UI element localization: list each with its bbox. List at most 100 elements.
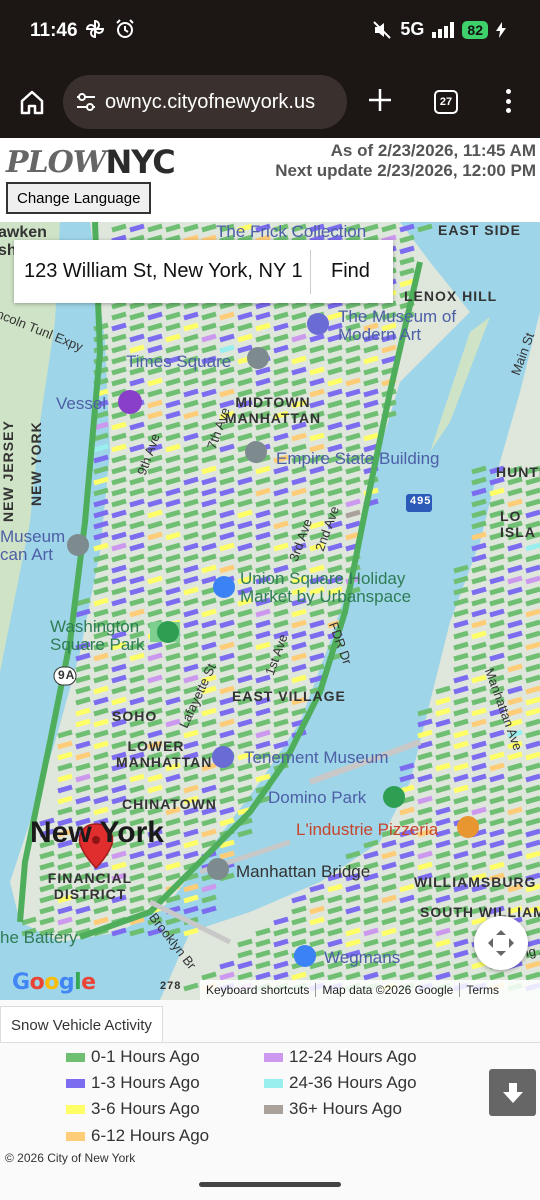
charging-bolt-icon bbox=[496, 21, 506, 38]
street-segment bbox=[201, 894, 217, 904]
map-label-union-square[interactable]: Union Square Holiday Market by Urbanspac… bbox=[240, 570, 430, 606]
status-notification-icons bbox=[84, 18, 136, 40]
site-settings-icon[interactable] bbox=[73, 89, 99, 115]
map-label-washington-square[interactable]: Washington Square Park bbox=[50, 618, 160, 654]
legend-swatch bbox=[66, 1052, 85, 1062]
map-label-hunters: HUNTERS bbox=[496, 464, 540, 480]
legend-label: 36+ Hours Ago bbox=[289, 1099, 402, 1118]
map-label-museum-art[interactable]: Museum can Art bbox=[0, 528, 70, 564]
address-search-input[interactable] bbox=[14, 240, 310, 303]
map-pan-control-button[interactable] bbox=[474, 916, 528, 970]
home-icon[interactable] bbox=[18, 88, 46, 116]
map-label-lenox-hill: LENOX HILL bbox=[404, 288, 498, 304]
browser-toolbar: ownyc.cityofnewyork.us 27 bbox=[0, 66, 540, 138]
tab-switcher-button[interactable]: 27 bbox=[434, 90, 458, 114]
next-update-text: Next update 2/23/2026, 12:00 PM bbox=[275, 161, 536, 180]
map-label-empire[interactable]: Empire State Building bbox=[276, 449, 439, 469]
domino-poi-icon bbox=[383, 786, 405, 808]
street-segment bbox=[129, 927, 145, 937]
logo-nyc-text: NYC bbox=[105, 143, 175, 181]
pinwheel-icon bbox=[85, 19, 105, 39]
as-of-text: As of 2/23/2026, 11:45 AM bbox=[330, 141, 536, 160]
update-info: As of 2/23/2026, 11:45 AM Next update 2/… bbox=[275, 141, 536, 181]
map-label-midtown: MIDTOWN MANHATTAN bbox=[224, 394, 322, 426]
map-label-east-side: EAST SIDE bbox=[438, 222, 521, 238]
street-segment bbox=[93, 432, 109, 442]
map-label-moma[interactable]: The Museum of Modern Art bbox=[338, 308, 458, 344]
museum-poi-icon bbox=[307, 313, 329, 335]
map-label-wegmans[interactable]: Wegmans bbox=[324, 948, 400, 968]
terms-link[interactable]: Terms bbox=[460, 983, 505, 997]
street-segment bbox=[471, 487, 487, 497]
status-bar: 11:46 5G 82 bbox=[0, 0, 540, 66]
alarm-clock-icon bbox=[116, 19, 134, 38]
signal-strength-icon bbox=[432, 21, 455, 38]
legend-label: 3-6 Hours Ago bbox=[91, 1099, 200, 1118]
map-label-east-village: EAST VILLAGE bbox=[232, 688, 346, 704]
street-segment bbox=[93, 465, 109, 475]
street-segment bbox=[471, 509, 487, 519]
map[interactable]: The Frick Collection EAST SIDE awken shi… bbox=[0, 222, 540, 1000]
map-label-battery[interactable]: he Battery bbox=[0, 928, 78, 948]
street-segment bbox=[201, 905, 217, 915]
legend-swatch bbox=[264, 1052, 283, 1062]
legend-swatch bbox=[66, 1104, 85, 1114]
legend-swatch bbox=[66, 1131, 85, 1141]
download-button[interactable] bbox=[489, 1069, 536, 1116]
page-header: PLOW NYC As of 2/23/2026, 11:45 AM Next … bbox=[0, 138, 540, 222]
map-label-new-jersey: NEW JERSEY bbox=[0, 420, 16, 522]
legend-label: 12-24 Hours Ago bbox=[289, 1047, 417, 1066]
address-bar[interactable]: ownyc.cityofnewyork.us bbox=[63, 75, 347, 129]
street-segment bbox=[201, 883, 217, 893]
map-label-new-york-vertical: NEW YORK bbox=[28, 421, 44, 506]
legend-item-1-3: 1-3 Hours Ago bbox=[66, 1073, 200, 1093]
map-label-times-square[interactable]: Times Square bbox=[126, 352, 231, 372]
battery-level: 82 bbox=[462, 20, 488, 39]
map-label-manhattan-bridge[interactable]: Manhattan Bridge bbox=[236, 862, 370, 882]
legend-swatch bbox=[264, 1104, 283, 1114]
legend-item-3-6: 3-6 Hours Ago bbox=[66, 1099, 200, 1119]
street-segment bbox=[93, 443, 109, 453]
legend-label: 1-3 Hours Ago bbox=[91, 1073, 200, 1092]
street-segment bbox=[471, 476, 487, 486]
vessel-poi-icon bbox=[118, 390, 142, 414]
street-segment bbox=[93, 476, 109, 486]
map-label-chinatown: CHINATOWN bbox=[122, 796, 217, 812]
url-text: ownyc.cityofnewyork.us bbox=[105, 90, 316, 113]
keyboard-shortcuts-link[interactable]: Keyboard shortcuts bbox=[200, 983, 317, 997]
street-segment bbox=[417, 223, 433, 233]
street-segment bbox=[471, 465, 487, 475]
download-arrow-icon bbox=[502, 1082, 523, 1103]
legend-item-6-12: 6-12 Hours Ago bbox=[66, 1126, 209, 1146]
plownyc-logo: PLOW NYC bbox=[6, 143, 176, 181]
market-poi-icon bbox=[213, 576, 235, 598]
map-label-lindustrie[interactable]: L'industrie Pizzeria bbox=[296, 820, 438, 840]
overflow-menu-icon[interactable] bbox=[499, 86, 517, 116]
map-label-long-island: LO ISLA bbox=[500, 508, 536, 540]
legend-swatch bbox=[66, 1078, 85, 1088]
map-label-frick[interactable]: The Frick Collection bbox=[216, 222, 366, 242]
map-label-lower-manhattan: LOWER MANHATTAN bbox=[116, 738, 213, 770]
google-logo[interactable]: Google bbox=[12, 970, 96, 995]
mute-icon bbox=[373, 20, 392, 39]
street-segment bbox=[237, 828, 253, 838]
legend-tab[interactable]: Snow Vehicle Activity bbox=[0, 1006, 163, 1043]
legend-swatch bbox=[264, 1078, 283, 1088]
logo-plow-text: PLOW bbox=[6, 144, 106, 180]
legend-item-0-1: 0-1 Hours Ago bbox=[66, 1047, 200, 1067]
map-label-soho: SOHO bbox=[112, 708, 158, 724]
map-label-financial-district: FINANCIAL DISTRICT bbox=[47, 870, 133, 902]
change-language-button[interactable]: Change Language bbox=[6, 182, 152, 214]
gesture-navigation-bar[interactable] bbox=[199, 1182, 341, 1187]
status-system-icons: 5G 82 bbox=[372, 19, 506, 40]
new-tab-icon[interactable] bbox=[366, 86, 394, 114]
map-label-tenement[interactable]: Tenement Museum bbox=[244, 748, 389, 768]
status-time: 11:46 bbox=[30, 20, 78, 41]
map-label-williamsburg: WILLIAMSBURG bbox=[414, 874, 537, 890]
map-label-domino[interactable]: Domino Park bbox=[268, 788, 366, 808]
museum2-poi-icon bbox=[67, 534, 89, 556]
find-button[interactable]: Find bbox=[311, 240, 390, 303]
street-segment bbox=[471, 498, 487, 508]
map-label-route-9a: 9A bbox=[58, 668, 76, 682]
map-label-vessel[interactable]: Vessel bbox=[56, 394, 106, 414]
